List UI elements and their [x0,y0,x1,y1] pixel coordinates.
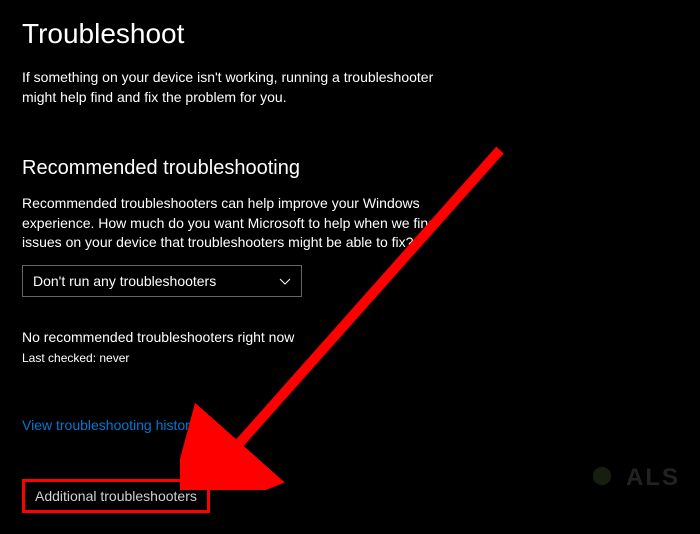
recommended-status: No recommended troubleshooters right now [22,329,678,345]
chevron-down-icon [279,275,291,287]
watermark-text: ALS [626,464,680,492]
intro-text: If something on your device isn't workin… [22,68,452,107]
annotation-highlight-box: Additional troubleshooters [22,479,210,513]
last-checked-text: Last checked: never [22,351,678,365]
page-title: Troubleshoot [22,18,678,50]
watermark-icon [582,458,622,498]
view-history-link[interactable]: View troubleshooting history [22,417,197,433]
troubleshooter-preference-dropdown[interactable]: Don't run any troubleshooters [22,265,302,297]
additional-troubleshooters-link[interactable]: Additional troubleshooters [29,484,203,508]
dropdown-selected-label: Don't run any troubleshooters [33,273,216,289]
watermark: ALS [582,458,680,498]
recommended-heading: Recommended troubleshooting [22,157,678,180]
recommended-description: Recommended troubleshooters can help imp… [22,194,472,253]
